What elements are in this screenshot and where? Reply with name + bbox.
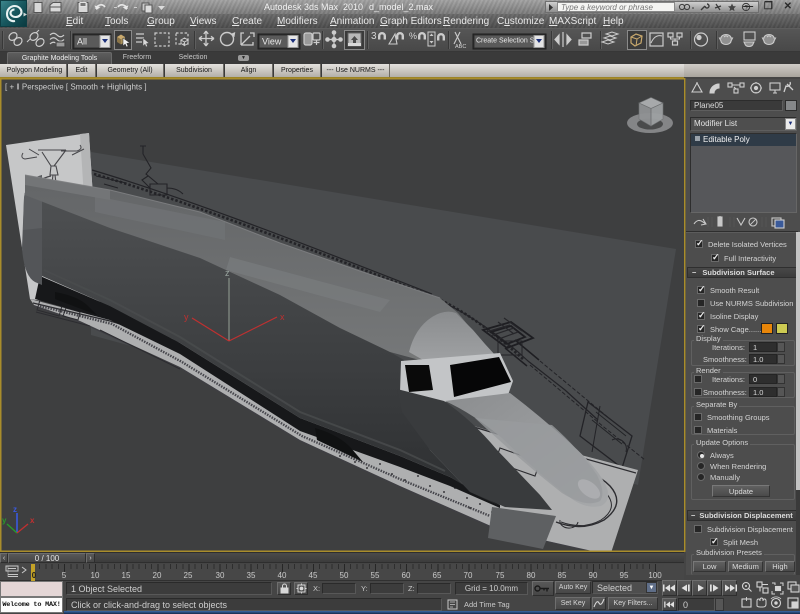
svg-text:[ + ‖ Perspective [ Smooth + H: [ + ‖ Perspective [ Smooth + Highlights …: [5, 83, 147, 92]
svg-text:x: x: [280, 312, 285, 322]
svg-text:y: y: [2, 516, 7, 525]
svg-text:z: z: [13, 505, 17, 514]
svg-text:x: x: [30, 516, 35, 525]
svg-text:View: View: [262, 37, 282, 47]
svg-text:y: y: [184, 312, 189, 322]
svg-text:Create Selection Se: Create Selection Se: [476, 38, 538, 45]
svg-text:All: All: [77, 37, 87, 47]
svg-text:%: %: [409, 31, 417, 41]
svg-text:ABC: ABC: [455, 44, 466, 50]
svg-text:z: z: [225, 268, 230, 278]
svg-text:3: 3: [371, 31, 377, 42]
